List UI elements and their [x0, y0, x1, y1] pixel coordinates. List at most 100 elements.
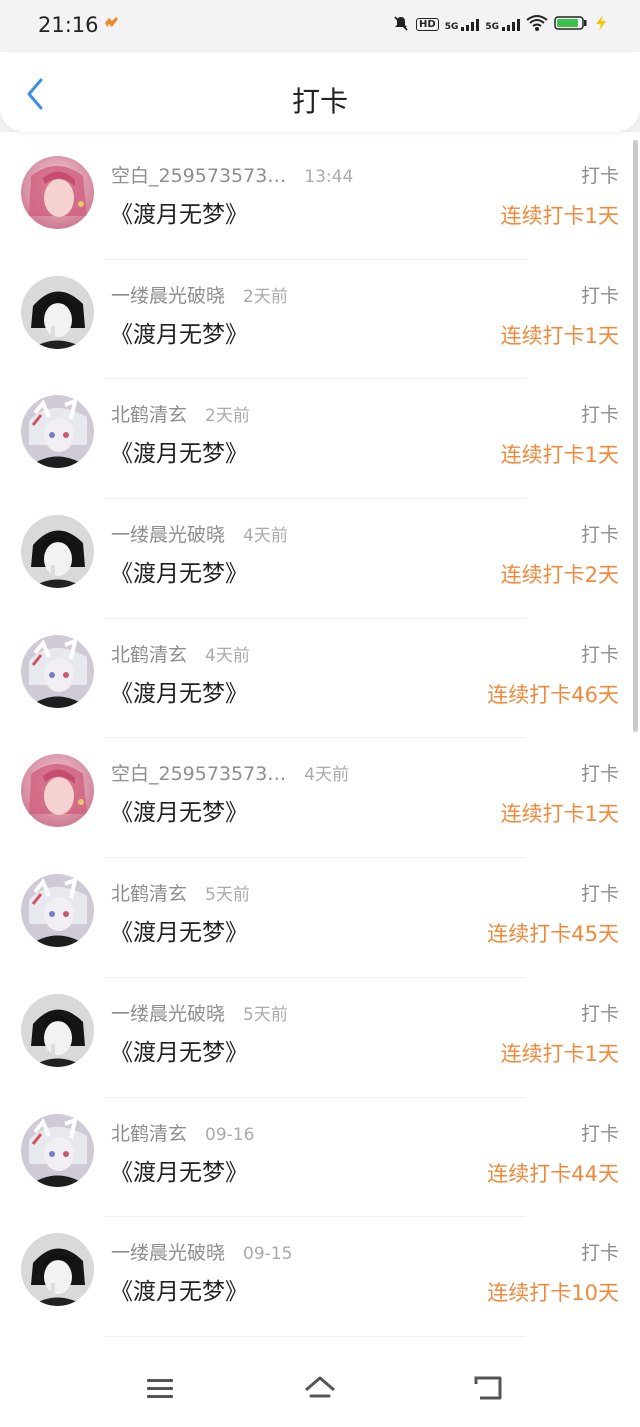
streak-text: 连续打卡44天 — [487, 1161, 619, 1186]
book-title[interactable]: 《渡月无梦》 — [110, 674, 248, 708]
avatar[interactable] — [21, 515, 94, 589]
user-name[interactable]: 一缕晨光破晓 — [111, 1238, 225, 1265]
avatar[interactable] — [21, 634, 94, 708]
avatar[interactable] — [21, 874, 94, 948]
timestamp: 09-16 — [205, 1124, 255, 1145]
home-button[interactable] — [302, 1373, 338, 1409]
streak-text: 连续打卡10天 — [487, 1281, 619, 1306]
user-name[interactable]: 一缕晨光破晓 — [111, 520, 225, 547]
book-title[interactable]: 《渡月无梦》 — [110, 554, 248, 588]
user-name[interactable]: 北鹤清玄 — [111, 400, 187, 427]
book-title[interactable]: 《渡月无梦》 — [110, 195, 248, 229]
timestamp: 5天前 — [243, 1004, 288, 1025]
meta-row: 北鹤清玄 5天前 — [111, 879, 250, 906]
avatar[interactable] — [21, 1113, 94, 1187]
nav-back-button[interactable] — [470, 1373, 506, 1409]
meta-row: 一缕晨光破晓 09-15 — [111, 1238, 292, 1265]
meta-row: 空白_259573573… 4天前 — [111, 759, 349, 786]
book-title[interactable]: 《渡月无梦》 — [110, 913, 248, 947]
book-title[interactable]: 《渡月无梦》 — [110, 793, 248, 827]
streak-text: 连续打卡1天 — [500, 443, 619, 468]
timestamp: 5天前 — [205, 885, 250, 906]
meta-row: 一缕晨光破晓 4天前 — [111, 520, 288, 547]
signal-label: 5G — [485, 21, 499, 32]
list-item[interactable]: 北鹤清玄 2天前《渡月无梦》 打卡连续打卡1天 — [0, 379, 640, 500]
timestamp: 2天前 — [243, 286, 288, 307]
page-title: 打卡 — [291, 85, 348, 118]
list-item[interactable]: 一缕晨光破晓 2天前《渡月无梦》 打卡连续打卡1天 — [0, 260, 640, 380]
user-name[interactable]: 空白_259573573… — [111, 161, 286, 188]
list-item[interactable]: 空白_259573573… 13:44 《渡月无梦》 打卡连续打卡1天 — [0, 140, 640, 260]
user-name[interactable]: 北鹤清玄 — [111, 879, 187, 906]
checkin-label: 打卡 — [580, 284, 619, 307]
timestamp: 4天前 — [304, 765, 350, 786]
avatar[interactable] — [21, 993, 94, 1067]
user-name[interactable]: 北鹤清玄 — [111, 640, 187, 667]
book-title[interactable]: 《渡月无梦》 — [110, 1033, 248, 1067]
checkin-label: 打卡 — [580, 1122, 619, 1145]
signal-label: 5G — [444, 21, 459, 32]
divider — [105, 1335, 525, 1337]
charging-icon — [594, 14, 608, 35]
timestamp: 2天前 — [205, 406, 250, 427]
user-name[interactable]: 北鹤清玄 — [111, 1119, 187, 1146]
book-title[interactable]: 《渡月无梦》 — [110, 1153, 248, 1187]
list-item[interactable]: 北鹤清玄 09-16 《渡月无梦》 打卡连续打卡44天 — [0, 1098, 640, 1218]
menu-button[interactable] — [142, 1373, 178, 1409]
streak-text: 连续打卡1天 — [500, 802, 619, 827]
home-icon — [303, 1374, 337, 1408]
streak-text: 连续打卡1天 — [500, 204, 619, 228]
hd-badge: HD — [416, 18, 439, 31]
signal-icon: 5G — [485, 18, 520, 32]
list-item[interactable]: 北鹤清玄 5天前《渡月无梦》 打卡连续打卡45天 — [0, 858, 640, 978]
checkin-label: 打卡 — [580, 1002, 619, 1025]
user-name[interactable]: 空白_259573573… — [111, 759, 286, 786]
timestamp: 13:44 — [304, 167, 354, 187]
streak-text: 连续打卡1天 — [500, 1041, 619, 1066]
list-item[interactable]: 一缕晨光破晓 09-15 《渡月无梦》 打卡连续打卡10天 — [0, 1217, 640, 1337]
streak-text: 连续打卡2天 — [500, 563, 619, 588]
return-icon — [472, 1374, 504, 1408]
timestamp: 09-15 — [243, 1244, 293, 1265]
meta-row: 一缕晨光破晓 2天前 — [111, 281, 288, 308]
list-item[interactable]: 一缕晨光破晓 4天前 《渡月无梦》 打卡 连续打卡2天 — [0, 499, 640, 619]
avatar[interactable] — [21, 754, 94, 828]
user-name[interactable]: 一缕晨光破晓 — [111, 281, 225, 308]
user-name[interactable]: 一缕晨光破晓 — [111, 999, 225, 1026]
meta-row: 北鹤清玄 4天前 — [111, 640, 250, 667]
streak-text: 连续打卡1天 — [500, 323, 619, 348]
checkin-list: 空白_259573573… 13:44 《渡月无梦》 打卡 连续打卡1天 一缕晨光破晓 2天… — [0, 140, 640, 1337]
checkin-label: 打卡 — [580, 1242, 619, 1265]
checkin-label: 打卡 — [580, 883, 619, 906]
streak-text: 连续打卡46天 — [487, 682, 619, 707]
book-title[interactable]: 《渡月无梦》 — [110, 1272, 248, 1306]
signal-icon: 5G — [445, 18, 480, 32]
avatar[interactable] — [21, 156, 94, 229]
status-bar: 21:16 HD 5G 5G — [0, 0, 640, 52]
status-time: 21:16 — [38, 13, 99, 37]
list-item[interactable]: 北鹤清玄 4天前《渡月无梦》 打卡连续打卡46天 — [0, 619, 640, 739]
checkin-label: 打卡 — [580, 643, 619, 666]
status-icons: HD 5G 5G — [392, 14, 608, 35]
checkin-label: 打卡 — [580, 165, 619, 187]
system-nav-bar — [0, 1355, 640, 1427]
meta-row: 北鹤清玄 2天前 — [111, 400, 250, 427]
streak-text: 连续打卡45天 — [487, 922, 619, 947]
mute-icon — [392, 14, 410, 35]
checkin-label: 打卡 — [580, 763, 619, 786]
battery-icon — [554, 15, 588, 34]
avatar[interactable] — [21, 395, 94, 469]
avatar[interactable] — [21, 1233, 94, 1307]
book-title[interactable]: 《渡月无梦》 — [110, 434, 248, 468]
avatar[interactable] — [21, 275, 94, 349]
timestamp: 4天前 — [243, 526, 288, 547]
list-item[interactable]: 空白_259573573… 4天前《渡月无梦》 打卡连续打卡1天 — [0, 738, 640, 859]
book-title[interactable]: 《渡月无梦》 — [110, 315, 248, 349]
list-item[interactable]: 一缕晨光破晓 5天前《渡月无梦》 打卡连续打卡1天 — [0, 978, 640, 1098]
app-notification-icon — [103, 16, 119, 30]
menu-icon — [145, 1376, 175, 1406]
checkin-label: 打卡 — [580, 404, 619, 427]
scrollbar[interactable] — [633, 140, 638, 732]
meta-row: 北鹤清玄 09-16 — [111, 1119, 254, 1146]
meta-row: 空白_259573573… 13:44 — [111, 161, 353, 188]
